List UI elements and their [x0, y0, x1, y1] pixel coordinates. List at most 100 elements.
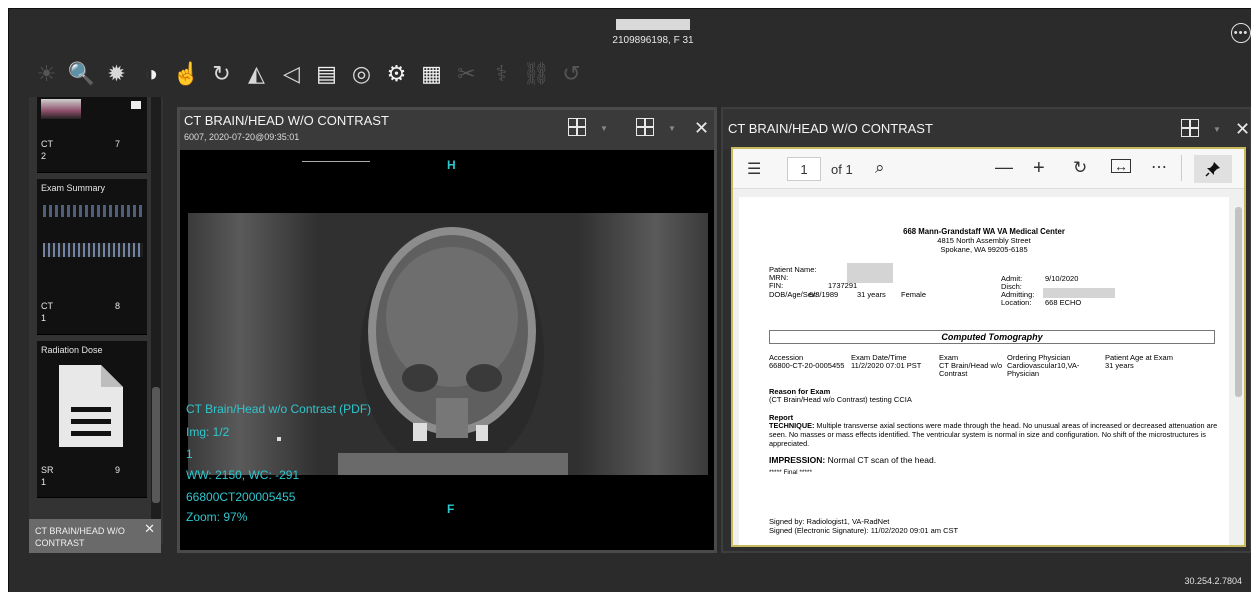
- overlay-window-level: WW: 2150, WC: -291: [186, 468, 300, 482]
- section-title: Computed Tomography: [769, 330, 1215, 344]
- contrast-icon[interactable]: ◑: [134, 59, 169, 89]
- pdf-title: CT BRAIN/HEAD W/O CONTRAST: [728, 121, 933, 136]
- stack-icon: [131, 101, 141, 109]
- layout-grid-icon[interactable]: [1181, 119, 1199, 137]
- pdf-panel: CT BRAIN/HEAD W/O CONTRAST ▼ ✕ ☰ 1 of 1 …: [721, 107, 1251, 553]
- exam-value-exam-2: Contrast: [939, 369, 968, 378]
- overlay-accession: 66800CT200005455: [186, 490, 296, 504]
- thumb-summary-preview-2: [43, 243, 143, 257]
- image-viewer[interactable]: CT BRAIN/HEAD W/O CONTRAST 6007, 2020-07…: [177, 107, 717, 553]
- zoom-in-icon[interactable]: +: [1033, 157, 1045, 180]
- version-label: 30.254.2.7804: [1184, 576, 1242, 586]
- page-total: of 1: [831, 162, 853, 177]
- thumb-count: 9: [115, 465, 121, 475]
- scale-line: [302, 161, 370, 162]
- viewer-header: CT BRAIN/HEAD W/O CONTRAST 6007, 2020-07…: [180, 110, 714, 150]
- magnifier-icon[interactable]: 🔍: [64, 59, 99, 89]
- signed-electronic: Signed (Electronic Signature): 11/02/202…: [769, 526, 959, 535]
- eye-icon[interactable]: ◎: [344, 59, 379, 89]
- more-options-icon[interactable]: ⋯: [1151, 157, 1167, 177]
- angle-icon[interactable]: ◁: [274, 59, 309, 89]
- value-sex: Female: [901, 290, 927, 299]
- chevron-down-icon[interactable]: ▼: [600, 124, 608, 133]
- page-number-input[interactable]: 1: [787, 157, 821, 181]
- pin-glyph: [1205, 162, 1220, 177]
- value-fin: 1737291: [828, 281, 858, 290]
- thumb-series: 1: [41, 477, 47, 487]
- skull-image: [338, 227, 568, 475]
- impression-paragraph: IMPRESSION: Normal CT scan of the head.: [769, 455, 1219, 466]
- orientation-top: H: [447, 158, 456, 172]
- impression-label: IMPRESSION:: [769, 455, 826, 465]
- overlay-series: CT Brain/Head w/o Contrast (PDF): [186, 402, 372, 416]
- patient-name-redacted: [847, 263, 893, 283]
- pdf-page: 668 Mann-Grandstaff WA VA Medical Center…: [739, 197, 1229, 545]
- value-age: 31 years: [857, 290, 886, 299]
- admitting-redacted: [1043, 288, 1115, 298]
- toolbar-divider: [1181, 155, 1182, 181]
- refresh-icon[interactable]: ↺: [554, 59, 589, 89]
- patient-header: 2109896198, F 31: [603, 19, 703, 46]
- status-bar: 30.254.2.7804: [9, 554, 1251, 592]
- technique-text: Multiple transverse axial sections were …: [769, 421, 1218, 448]
- value-dob: 6/8/1989: [809, 290, 839, 299]
- technique-paragraph: TECHNIQUE: Multiple transverse axial sec…: [769, 421, 1219, 448]
- flip-icon[interactable]: ◭: [239, 59, 274, 89]
- exam-value-accession: 66800-CT-20-0005455: [769, 361, 845, 370]
- final-marker: ***** Final *****: [769, 469, 812, 476]
- pdf-viewer[interactable]: ☰ 1 of 1 ⌕ — + ↻ ↔ ⋯ 668 Mann-Grandstaff…: [731, 147, 1246, 547]
- chevron-down-icon[interactable]: ▼: [668, 124, 676, 133]
- ellipsis-circle-icon[interactable]: •••: [1231, 23, 1251, 43]
- thumb-count: 7: [115, 139, 121, 149]
- thumb-modality: SR: [41, 465, 54, 475]
- pdf-scroll-thumb[interactable]: [1235, 207, 1242, 397]
- slice-indicator: [277, 437, 281, 441]
- series-thumb-3[interactable]: Radiation Dose SR 9 1: [37, 341, 147, 498]
- grid-icon[interactable]: ▦: [414, 59, 449, 89]
- facility-address-2: Spokane, WA 99205-6185: [940, 245, 1028, 254]
- close-icon[interactable]: ✕: [1235, 119, 1250, 140]
- hand-pointer-icon[interactable]: ☝: [169, 59, 204, 89]
- thumb-title: Radiation Dose: [41, 345, 103, 355]
- series-sidebar: CT 7 2 Exam Summary CT 8 1 Radiation Dos…: [29, 97, 163, 544]
- ct-image[interactable]: [188, 213, 708, 475]
- sun-icon[interactable]: ☀: [29, 59, 64, 89]
- series-thumb-1[interactable]: CT 7 2: [37, 97, 147, 173]
- facility-address-1: 4815 North Assembly Street: [937, 236, 1031, 245]
- zoom-out-icon[interactable]: —: [995, 157, 1013, 178]
- brightness-icon[interactable]: ✹: [99, 59, 134, 89]
- fit-width-icon[interactable]: ↔: [1111, 159, 1131, 173]
- pdf-header: CT BRAIN/HEAD W/O CONTRAST ▼ ✕: [723, 109, 1250, 149]
- thumb-title: Exam Summary: [41, 183, 106, 193]
- tools-icon[interactable]: ✂: [449, 59, 484, 89]
- thumb-preview-image: [41, 99, 81, 119]
- facility-name: 668 Mann-Grandstaff WA VA Medical Center: [903, 227, 1065, 236]
- gear-icon[interactable]: ⚙: [379, 59, 414, 89]
- anatomy-icon[interactable]: ⚕: [484, 59, 519, 89]
- document-icon[interactable]: ▤: [309, 59, 344, 89]
- search-icon[interactable]: ⌕: [875, 158, 885, 178]
- close-icon[interactable]: ✕: [144, 521, 155, 537]
- thumb-modality: CT: [41, 301, 53, 311]
- close-icon[interactable]: ✕: [694, 118, 709, 139]
- layout-grid-icon[interactable]: [568, 118, 586, 136]
- sidebar-scroll-thumb[interactable]: [152, 387, 160, 503]
- pdf-toolbar: ☰ 1 of 1 ⌕ — + ↻ ↔ ⋯: [733, 149, 1244, 189]
- rotate-icon[interactable]: ↻: [204, 59, 239, 89]
- chevron-down-icon[interactable]: ▼: [1213, 125, 1221, 134]
- rotate-icon[interactable]: ↻: [1073, 158, 1087, 178]
- thumb-series: 2: [41, 151, 47, 161]
- contents-list-icon[interactable]: ☰: [747, 159, 761, 179]
- series-thumb-2[interactable]: Exam Summary CT 8 1: [37, 179, 147, 335]
- viewer-subtitle: 6007, 2020-07-20@09:35:01: [184, 132, 300, 142]
- link-icon[interactable]: ⛓: [519, 59, 554, 89]
- app-window: 2109896198, F 31 ••• ☀ 🔍 ✹ ◑ ☝ ↻ ◭ ◁ ▤ ◎ ⚙ ▦ ✂ ⚕ ⛓ ↺ CT…: [8, 8, 1251, 592]
- pdf-scrollbar[interactable]: [1233, 189, 1244, 545]
- document-icon: [59, 365, 123, 447]
- thumb-count: 8: [115, 301, 121, 311]
- open-study-tab[interactable]: CT BRAIN/HEAD W/O CONTRAST ✕: [29, 519, 161, 553]
- pin-icon[interactable]: [1194, 155, 1232, 183]
- exam-value-physician-2: Physician: [1007, 369, 1040, 378]
- impression-text: Normal CT scan of the head.: [825, 455, 937, 465]
- layout-grid-icon[interactable]: [636, 118, 654, 136]
